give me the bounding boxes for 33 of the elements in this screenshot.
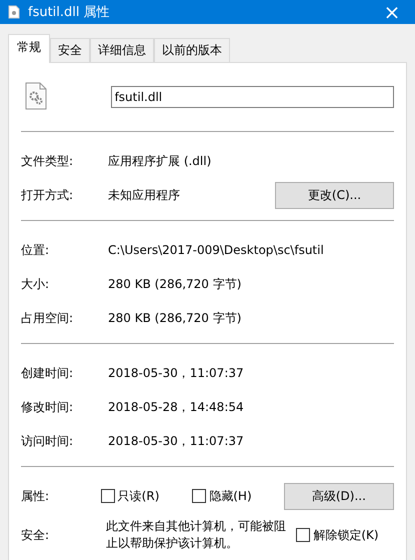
field-label: 大小: [21, 276, 50, 292]
field-label: 打开方式: [21, 186, 74, 204]
field-label: 占用空间: [21, 310, 74, 326]
field-value: 280 KB (286,720 字节) [108, 310, 242, 326]
change-button[interactable]: 更改(C)... [275, 182, 394, 208]
tab[interactable]: 以前的版本 [154, 38, 230, 62]
checkbox[interactable]: 解除锁定(K) [296, 526, 394, 544]
checkbox[interactable]: 隐藏(H) [192, 488, 284, 504]
field-value: 应用程序扩展 (.dll) [108, 152, 212, 170]
field-label: 访问时间: [21, 432, 74, 450]
field-label: 创建时间: [21, 364, 74, 382]
close-button[interactable]: × [377, 0, 407, 24]
field-value: C:\Users\2017-009\Desktop\sc\fsutil [108, 243, 325, 257]
file-icon [8, 5, 20, 19]
window-title: fsutil.dll 属性 [28, 4, 111, 21]
field-label: 文件类型: [21, 152, 74, 170]
field-value: 2018-05-30，11:07:37 [108, 364, 245, 382]
tab[interactable]: 详细信息 [90, 38, 154, 62]
settings-file-icon [25, 82, 47, 110]
field-value: 2018-05-28，14:48:54 [108, 398, 245, 416]
field-label: 安全: [21, 526, 50, 544]
name-field[interactable]: fsutil.dll [110, 86, 394, 108]
field-label: 位置: [21, 242, 50, 258]
security-message: 此文件来自其他计算机，可能被阻止以帮助保护该计算机。 [106, 518, 287, 552]
tab[interactable]: 安全 [50, 38, 90, 62]
field-label: 属性: [21, 488, 50, 504]
field-value: 280 KB (286,720 字节) [108, 276, 242, 292]
advanced-button[interactable]: 高级(D)... [284, 482, 394, 510]
field-label: 修改时间: [21, 398, 74, 416]
field-value: 未知应用程序 [108, 186, 181, 204]
checkbox[interactable]: 只读(R) [100, 488, 192, 504]
field-value: 2018-05-30，11:07:37 [108, 432, 245, 450]
tab[interactable]: 常规 [8, 34, 50, 63]
